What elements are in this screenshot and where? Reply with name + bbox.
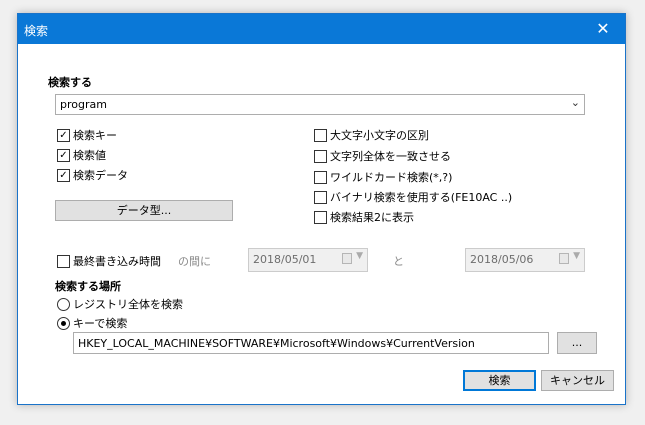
checkbox-label: 大文字小文字の区別 [330,129,429,142]
radio-dot-selected [57,316,70,330]
checkbox-box-checked: ✓ [57,128,70,142]
search-dialog: 検索 ✕ 検索する program ⌄ ✓ 検索キー ✓ 検索値 ✓ 検索データ 大文… [17,13,626,405]
key-path-value: HKEY_LOCAL_MACHINE¥SOFTWARE¥Microsoft¥Wi… [78,337,475,350]
checkbox-label: 最終書き込み時間 [73,255,161,268]
browse-button[interactable]: ... [557,332,597,354]
radio-label: レジストリ全体を検索 [73,298,183,311]
checkbox-search-key[interactable]: ✓ 検索キー [57,127,117,143]
search-query-value: program [60,98,107,111]
checkbox-box-checked: ✓ [57,168,70,182]
checkbox-box [314,128,327,142]
checkbox-box [314,210,327,224]
checkbox-box [57,254,70,268]
search-heading: 検索する [48,76,92,89]
between-label: の間に [178,255,211,268]
radio-search-key[interactable]: キーで検索 [57,315,127,331]
date-to-picker[interactable]: 2018/05/06 ▼ [465,248,585,272]
and-label: と [393,255,404,268]
dialog-title: 検索 [24,24,49,38]
key-path-input[interactable]: HKEY_LOCAL_MACHINE¥SOFTWARE¥Microsoft¥Wi… [73,332,549,354]
title-bar: 検索 ✕ [18,14,625,44]
checkbox-last-write-time[interactable]: 最終書き込み時間 [57,253,161,269]
search-query-combo[interactable]: program ⌄ [55,94,585,115]
calendar-icon [559,253,569,264]
radio-label: キーで検索 [73,317,128,330]
data-type-button[interactable]: データ型... [55,200,233,221]
checkbox-label: バイナリ検索を使用する(FE10AC ..) [330,191,513,204]
checkbox-label: 検索結果2に表示 [330,211,414,224]
chevron-down-icon: ▼ [573,251,580,261]
checkbox-search-data[interactable]: ✓ 検索データ [57,167,128,183]
checkbox-label: 検索値 [73,149,106,162]
radio-search-all[interactable]: レジストリ全体を検索 [57,296,183,312]
checkbox-label: ワイルドカード検索(*,?) [330,171,453,184]
checkbox-box [314,170,327,184]
checkbox-case-sensitive[interactable]: 大文字小文字の区別 [314,127,429,143]
checkbox-box [314,149,327,163]
checkbox-whole-string[interactable]: 文字列全体を一致させる [314,148,451,164]
date-to-value: 2018/05/06 [470,253,534,266]
chevron-down-icon[interactable]: ⌄ [571,96,580,109]
checkbox-label: 検索キー [73,129,117,142]
cancel-button[interactable]: キャンセル [541,370,614,391]
date-from-value: 2018/05/01 [253,253,317,266]
chevron-down-icon: ▼ [356,251,363,261]
location-heading: 検索する場所 [55,280,121,293]
search-button[interactable]: 検索 [463,370,536,391]
checkbox-label: 検索データ [73,169,128,182]
radio-dot [57,297,70,311]
checkbox-label: 文字列全体を一致させる [330,150,451,163]
calendar-icon [342,253,352,264]
checkbox-search-value[interactable]: ✓ 検索値 [57,147,106,163]
checkbox-binary[interactable]: バイナリ検索を使用する(FE10AC ..) [314,189,512,205]
checkbox-box [314,190,327,204]
checkbox-wildcard[interactable]: ワイルドカード検索(*,?) [314,169,452,185]
date-from-picker[interactable]: 2018/05/01 ▼ [248,248,368,272]
close-icon[interactable]: ✕ [581,14,625,44]
checkbox-results2[interactable]: 検索結果2に表示 [314,209,414,225]
checkbox-box-checked: ✓ [57,148,70,162]
